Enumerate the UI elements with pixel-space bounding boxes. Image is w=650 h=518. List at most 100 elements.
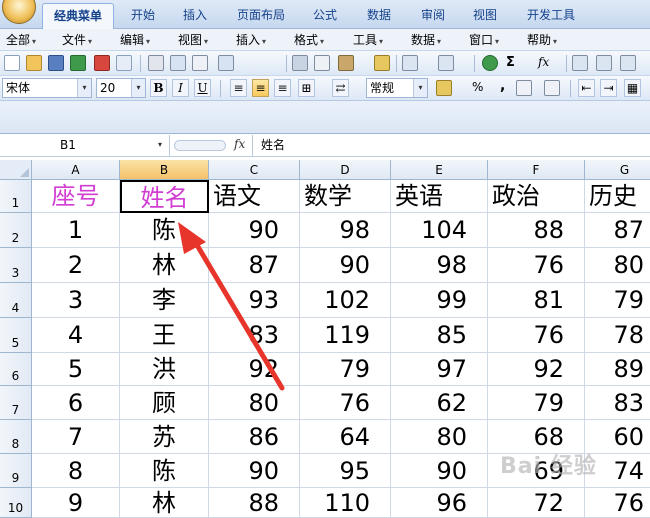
function-icon[interactable]: fx [234, 137, 245, 151]
underline-button[interactable]: U [194, 79, 211, 97]
increase-decimal-icon[interactable] [516, 80, 532, 96]
tab-page-layout[interactable]: 页面布局 [228, 3, 294, 29]
row-header[interactable]: 6 [0, 353, 32, 386]
column-header-e[interactable]: E [391, 160, 488, 180]
cell-c9[interactable]: 90 [209, 454, 300, 488]
hyperlink-icon[interactable] [482, 55, 498, 71]
tab-developer[interactable]: 开发工具 [516, 3, 586, 29]
row-header[interactable]: 1 [0, 180, 32, 213]
column-header-b[interactable]: B [120, 160, 209, 180]
sort-descending-icon[interactable] [596, 55, 612, 71]
increase-indent-button[interactable]: ⇥ [600, 79, 617, 97]
menu-file[interactable]: 文件 ▾ [62, 32, 92, 48]
autosum-icon[interactable]: Σ [506, 55, 515, 70]
cell-a4[interactable]: 3 [32, 283, 120, 318]
copy-icon[interactable] [314, 55, 330, 71]
cell-b1[interactable]: 姓名 [120, 180, 209, 213]
cell-c5[interactable]: 83 [209, 318, 300, 353]
font-size-select[interactable]: 20 ▾ [96, 78, 146, 98]
cell-d3[interactable]: 90 [300, 248, 391, 283]
cell-d9[interactable]: 95 [300, 454, 391, 488]
office-button[interactable] [2, 0, 36, 24]
preview-icon[interactable] [170, 55, 186, 71]
cell-d7[interactable]: 76 [300, 386, 391, 420]
cell-b8[interactable]: 苏 [120, 420, 209, 454]
cell-g6[interactable]: 89 [585, 353, 650, 386]
tab-data[interactable]: 数据 [356, 3, 402, 29]
undo-icon[interactable] [402, 55, 418, 71]
menu-window[interactable]: 窗口 ▾ [469, 32, 499, 48]
cell-b4[interactable]: 李 [120, 283, 209, 318]
cell-c10[interactable]: 88 [209, 488, 300, 518]
cell-d6[interactable]: 79 [300, 353, 391, 386]
menu-help[interactable]: 帮助 ▾ [527, 32, 557, 48]
formula-bar-splitter[interactable] [174, 140, 226, 151]
cell-e5[interactable]: 85 [391, 318, 488, 353]
cell-b10[interactable]: 林 [120, 488, 209, 518]
cell-g1[interactable]: 历史 [585, 180, 650, 213]
align-center-button[interactable]: ≡ [252, 79, 269, 97]
menu-view[interactable]: 视图 ▾ [178, 32, 208, 48]
cell-f5[interactable]: 76 [488, 318, 585, 353]
cell-a8[interactable]: 7 [32, 420, 120, 454]
cell-a3[interactable]: 2 [32, 248, 120, 283]
cell-c6[interactable]: 92 [209, 353, 300, 386]
tab-formulas[interactable]: 公式 [302, 3, 348, 29]
paste-icon[interactable] [338, 55, 354, 71]
cell-d1[interactable]: 数学 [300, 180, 391, 213]
cell-d4[interactable]: 102 [300, 283, 391, 318]
align-left-button[interactable]: ≡ [230, 79, 247, 97]
column-header-c[interactable]: C [209, 160, 300, 180]
cell-e4[interactable]: 99 [391, 283, 488, 318]
column-header-a[interactable]: A [32, 160, 120, 180]
cell-c4[interactable]: 93 [209, 283, 300, 318]
wrap-text-button[interactable]: ⇄ [332, 79, 349, 97]
new-file-icon[interactable] [4, 55, 20, 71]
cell-e6[interactable]: 97 [391, 353, 488, 386]
cell-d2[interactable]: 98 [300, 213, 391, 248]
cell-a10[interactable]: 9 [32, 488, 120, 518]
decrease-decimal-icon[interactable] [544, 80, 560, 96]
merge-center-button[interactable]: ⊞ [298, 79, 315, 97]
decrease-indent-button[interactable]: ⇤ [578, 79, 595, 97]
tab-view[interactable]: 视图 [462, 3, 508, 29]
column-header-f[interactable]: F [488, 160, 585, 180]
row-header[interactable]: 3 [0, 248, 32, 283]
format-painter-icon[interactable] [374, 55, 390, 71]
cell-e2[interactable]: 104 [391, 213, 488, 248]
cell-f7[interactable]: 79 [488, 386, 585, 420]
excel-icon[interactable] [70, 55, 86, 71]
cut-icon[interactable] [292, 55, 308, 71]
cell-c2[interactable]: 90 [209, 213, 300, 248]
sort-ascending-icon[interactable] [572, 55, 588, 71]
menu-edit[interactable]: 编辑 ▾ [120, 32, 150, 48]
cell-g5[interactable]: 78 [585, 318, 650, 353]
cell-e3[interactable]: 98 [391, 248, 488, 283]
cell-c1[interactable]: 语文 [209, 180, 300, 213]
cell-a6[interactable]: 5 [32, 353, 120, 386]
print-preview-icon[interactable] [116, 55, 132, 71]
redo-icon[interactable] [438, 55, 454, 71]
save-icon[interactable] [48, 55, 64, 71]
cell-f10[interactable]: 72 [488, 488, 585, 518]
insert-function-icon[interactable]: fx [538, 55, 549, 69]
cell-a5[interactable]: 4 [32, 318, 120, 353]
cell-a7[interactable]: 6 [32, 386, 120, 420]
cell-a9[interactable]: 8 [32, 454, 120, 488]
cell-b9[interactable]: 陈 [120, 454, 209, 488]
tab-insert[interactable]: 插入 [172, 3, 218, 29]
cell-f4[interactable]: 81 [488, 283, 585, 318]
font-name-select[interactable]: 宋体 ▾ [2, 78, 92, 98]
formula-input[interactable]: 姓名 [252, 135, 650, 156]
cell-b3[interactable]: 林 [120, 248, 209, 283]
bold-button[interactable]: B [150, 79, 167, 97]
filter-icon[interactable] [620, 55, 636, 71]
cell-c8[interactable]: 86 [209, 420, 300, 454]
row-header[interactable]: 8 [0, 420, 32, 454]
cell-e9[interactable]: 90 [391, 454, 488, 488]
cell-g10[interactable]: 76 [585, 488, 650, 518]
row-header[interactable]: 10 [0, 488, 32, 518]
borders-button[interactable]: ▦ [624, 79, 641, 97]
comma-style-icon[interactable]: , [500, 78, 505, 94]
cell-f3[interactable]: 76 [488, 248, 585, 283]
